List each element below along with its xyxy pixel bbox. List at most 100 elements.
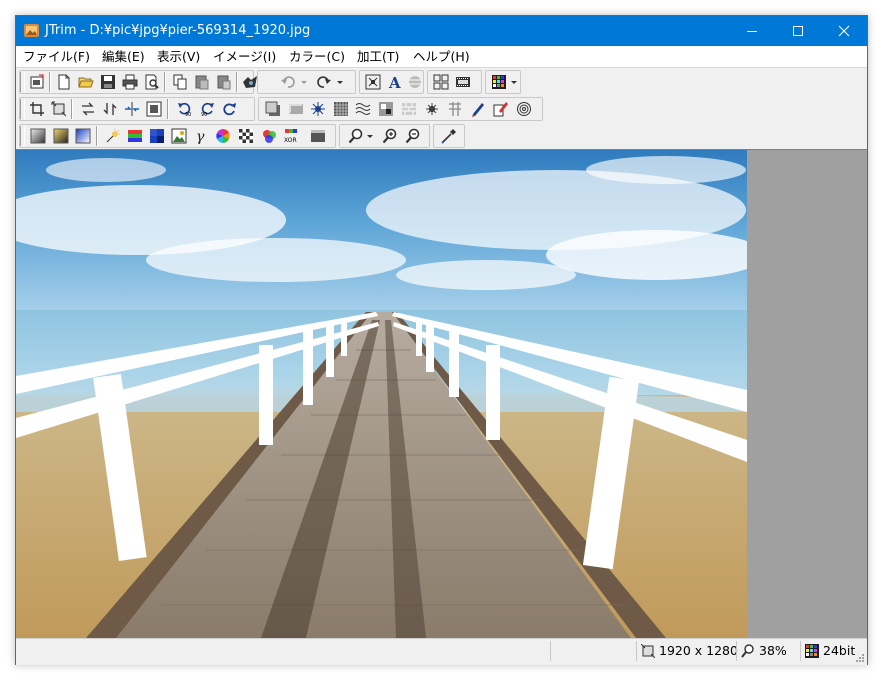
brick-button[interactable] — [399, 99, 419, 119]
color-wheel-button[interactable] — [213, 126, 233, 146]
svg-text:A: A — [388, 74, 401, 90]
jtrim-app-icon — [24, 24, 39, 37]
rgb-button[interactable] — [259, 126, 279, 146]
zoom-in-button[interactable] — [380, 126, 400, 146]
shadow-button[interactable] — [263, 99, 283, 119]
menu-help[interactable]: ヘルプ(H) — [413, 48, 470, 65]
grayscale-icon — [311, 130, 325, 142]
svg-text:γ: γ — [196, 129, 205, 144]
close-button[interactable] — [821, 16, 867, 46]
xor-icon: XOR — [284, 129, 297, 144]
flip-vertical-button[interactable] — [100, 99, 120, 119]
brightness-icon — [106, 129, 120, 143]
copy-button[interactable] — [170, 72, 190, 92]
text-icon: A — [388, 74, 401, 90]
magnifier-button[interactable] — [346, 126, 366, 146]
fit-window-button[interactable] — [363, 72, 383, 92]
brush-button[interactable] — [491, 99, 511, 119]
status-zoom-pane: 38% — [736, 641, 801, 661]
rotate-left-90-button[interactable]: 90 — [175, 99, 195, 119]
maximize-icon — [793, 26, 803, 36]
mosaic-button[interactable] — [331, 99, 351, 119]
spiral-button[interactable] — [514, 99, 534, 119]
toolbar-grip[interactable] — [20, 99, 25, 119]
gradient-blue-button[interactable] — [73, 126, 93, 146]
xor-button[interactable]: XOR — [281, 126, 301, 146]
filmstrip-button[interactable] — [453, 72, 473, 92]
pier-image — [16, 150, 747, 638]
maximize-button[interactable] — [775, 16, 821, 46]
spiral-icon — [517, 102, 531, 116]
image-canvas[interactable] — [16, 149, 867, 639]
color-palette-icon — [492, 75, 506, 89]
menu-edit[interactable]: 編集(E) — [102, 48, 145, 65]
emboss-icon — [379, 102, 393, 116]
menu-file[interactable]: ファイル(F) — [23, 48, 90, 65]
hue-button[interactable] — [147, 126, 167, 146]
paste-new-button[interactable] — [214, 72, 234, 92]
grayscale-button[interactable] — [308, 126, 328, 146]
frame-button[interactable] — [144, 99, 164, 119]
open-image-button[interactable] — [27, 72, 47, 92]
watermark-button[interactable] — [405, 72, 425, 92]
chevron-down-icon — [367, 135, 373, 138]
save-button[interactable] — [98, 72, 118, 92]
toolbar-separator — [167, 99, 169, 119]
color-palette-button[interactable] — [489, 72, 509, 92]
lens-flare-button[interactable] — [308, 99, 328, 119]
menu-view[interactable]: 表示(V) — [157, 48, 200, 65]
minimize-button[interactable] — [729, 16, 775, 46]
zoom-out-button[interactable] — [403, 126, 423, 146]
magnifier-icon — [348, 128, 363, 144]
gamma-button[interactable]: γ — [191, 126, 211, 146]
resize-grip-icon[interactable] — [853, 651, 865, 663]
capture-button[interactable] — [240, 72, 260, 92]
grid-button[interactable] — [445, 99, 465, 119]
open-image-icon — [30, 74, 44, 89]
toolbar-grip[interactable] — [20, 126, 25, 146]
open-folder-button[interactable] — [76, 72, 96, 92]
mirror-button[interactable] — [122, 99, 142, 119]
brightness-button[interactable] — [103, 126, 123, 146]
picture-adjust-button[interactable] — [169, 126, 189, 146]
checker-button[interactable] — [236, 126, 256, 146]
paste-button[interactable] — [192, 72, 212, 92]
palette-dropdown[interactable] — [510, 72, 518, 92]
bevel-button[interactable] — [286, 99, 306, 119]
toolbar-main: A — [16, 69, 867, 95]
toolbar-grip[interactable] — [20, 72, 25, 92]
rotate-free-button[interactable] — [219, 99, 239, 119]
paste-icon — [195, 75, 209, 90]
toolbar-separator — [164, 72, 166, 92]
gradient-gold-button[interactable] — [51, 126, 71, 146]
tile-button[interactable] — [431, 72, 451, 92]
text-button[interactable]: A — [385, 72, 405, 92]
menu-process[interactable]: 加工(T) — [357, 48, 399, 65]
wave-icon — [355, 103, 371, 115]
redo-dropdown[interactable] — [336, 72, 344, 92]
star-burst-icon — [426, 103, 438, 115]
pen-button[interactable] — [468, 99, 488, 119]
new-file-button[interactable] — [54, 72, 74, 92]
flip-horizontal-button[interactable] — [78, 99, 98, 119]
print-preview-button[interactable] — [142, 72, 162, 92]
undo-dropdown[interactable] — [300, 72, 308, 92]
resize-button[interactable] — [49, 99, 69, 119]
eyedropper-button[interactable] — [439, 126, 459, 146]
menu-color[interactable]: カラー(C) — [289, 48, 345, 65]
rotate-right-90-button[interactable]: 90 — [197, 99, 217, 119]
print-button[interactable] — [120, 72, 140, 92]
emboss-button[interactable] — [376, 99, 396, 119]
undo-button[interactable] — [278, 72, 298, 92]
star-burst-button[interactable] — [422, 99, 442, 119]
gradient-gray-button[interactable] — [28, 126, 48, 146]
wave-button[interactable] — [353, 99, 373, 119]
menu-image[interactable]: イメージ(I) — [213, 48, 276, 65]
crop-button[interactable] — [27, 99, 47, 119]
open-folder-icon — [78, 77, 94, 88]
redo-button[interactable] — [314, 72, 334, 92]
color-balance-button[interactable] — [125, 126, 145, 146]
title-bar[interactable]: JTrim - D:¥pic¥jpg¥pier-569314_1920.jpg — [16, 16, 867, 46]
magnifier-dropdown[interactable] — [366, 126, 374, 146]
fit-window-icon — [365, 74, 381, 90]
